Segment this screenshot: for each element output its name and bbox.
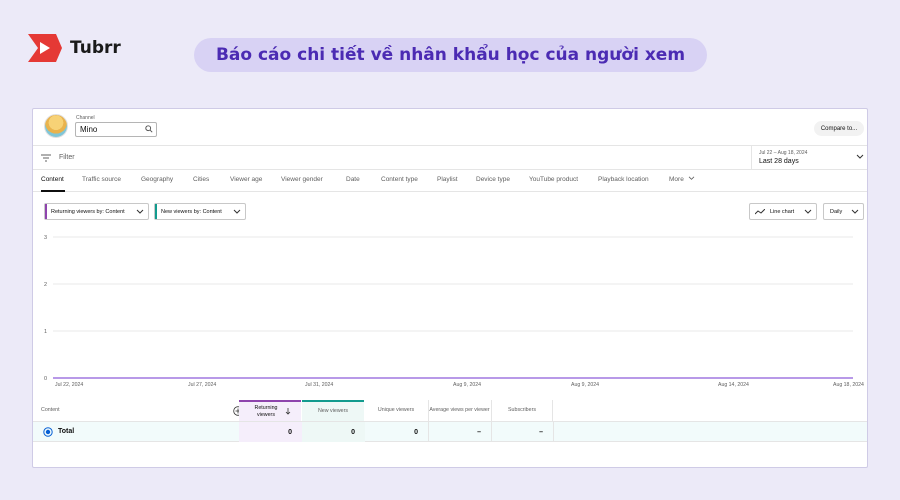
chart-type-label: Line chart [770,208,795,215]
sort-arrow-down-icon [285,408,291,415]
page-headline: Báo cáo chi tiết về nhân khẩu học của ng… [194,38,707,72]
date-range-label: Last 28 days [759,158,799,165]
channel-value: Mino [80,125,98,134]
tab-geography[interactable]: Geography [141,176,173,183]
x-tick-label: Aug 18, 2024 [833,382,864,388]
x-tick-label: Jul 31, 2024 [305,382,333,388]
tab-content-type[interactable]: Content type [381,176,418,183]
chart-type-select[interactable]: Line chart [749,203,817,220]
total-subscribers: – [491,422,554,442]
line-chart: 3 2 1 0 Jul 22, 2024 Jul 27, 2024 Jul 31, 2024… [44,235,864,388]
tab-content[interactable]: Content [41,176,64,183]
y-tick-label: 1 [44,329,47,335]
search-icon[interactable] [145,125,153,133]
col-header-subscribers[interactable]: Subscribers [491,400,553,421]
y-tick-label: 2 [44,282,47,288]
active-tab-indicator [41,190,65,192]
x-tick-label: Aug 14, 2024 [718,382,749,388]
brand-logo: Tubrr [26,32,121,64]
x-tick-label: Jul 22, 2024 [55,382,83,388]
total-average-views: – [428,422,491,442]
tab-traffic-source[interactable]: Traffic source [82,176,121,183]
y-tick-label: 0 [44,376,47,382]
analytics-panel: Channel Mino Compare to... Filter Jul 22… [32,108,868,468]
col-header-content[interactable]: Content [41,400,101,421]
total-new-viewers: 0 [302,422,365,442]
filter-input[interactable]: Filter [59,154,75,161]
tab-cities[interactable]: Cities [193,176,209,183]
channel-label: Channel [76,115,95,121]
tab-playback-location[interactable]: Playback location [598,176,649,183]
line-chart-icon [755,209,765,215]
x-tick-label: Aug 9, 2024 [453,382,481,388]
tubrr-logo-icon [28,34,62,62]
tab-youtube-product[interactable]: YouTube product [529,176,578,183]
radio-selected-icon[interactable] [43,427,53,437]
new-chip-label: New viewers by: Content [161,208,222,215]
tab-more-label: More [669,176,684,183]
headline-text: Báo cáo chi tiết về nhân khẩu học của ng… [215,45,686,65]
col-header-returning-viewers[interactable]: Returning viewers [239,400,301,421]
chevron-down-icon [851,209,859,214]
interval-select[interactable]: Daily [823,203,864,220]
total-unique-viewers: 0 [414,428,418,436]
returning-color-bar [45,204,47,219]
chevron-down-icon [804,209,812,214]
date-range-dates: Jul 22 – Aug 18, 2024 [759,150,808,156]
returning-viewers-chip[interactable]: Returning viewers by: Content [44,203,149,220]
tab-device-type[interactable]: Device type [476,176,510,183]
total-label: Total [58,428,75,435]
table-row-total: Total 0 0 0 – – [33,421,867,442]
total-returning-viewers: 0 [239,422,302,442]
chevron-down-icon [856,154,864,159]
new-color-bar [155,204,157,219]
dimension-tabs: Content Traffic source Geography Cities … [33,170,867,192]
channel-row: Channel Mino Compare to... [33,109,867,145]
interval-label: Daily [830,208,843,215]
channel-search-input[interactable]: Mino [75,122,157,137]
tab-viewer-age[interactable]: Viewer age [230,176,262,183]
tab-playlist[interactable]: Playlist [437,176,458,183]
channel-avatar [44,114,68,138]
x-tick-label: Jul 27, 2024 [188,382,216,388]
tab-date[interactable]: Date [346,176,360,183]
x-tick-label: Aug 9, 2024 [571,382,599,388]
filter-icon[interactable] [41,154,51,162]
data-table: Content Returning viewers New viewers Un… [33,400,867,444]
date-range-picker[interactable]: Jul 22 – Aug 18, 2024 Last 28 days [751,146,867,170]
chevron-down-icon [136,209,144,214]
returning-chip-label: Returning viewers by: Content [51,208,125,215]
tab-viewer-gender[interactable]: Viewer gender [281,176,323,183]
brand-name: Tubrr [70,38,121,58]
y-tick-label: 3 [44,235,47,241]
col-header-average-views[interactable]: Average views per viewer [428,400,490,421]
compare-button[interactable]: Compare to... [814,121,864,136]
filter-bar: Filter Jul 22 – Aug 18, 2024 Last 28 day… [33,145,867,170]
col-header-new-viewers[interactable]: New viewers [302,400,364,421]
chevron-down-icon [688,176,694,180]
returning-header-label: Returning viewers [254,405,278,418]
new-viewers-chip[interactable]: New viewers by: Content [154,203,246,220]
col-header-unique-viewers[interactable]: Unique viewers [365,400,427,421]
chevron-down-icon [233,209,241,214]
tab-more[interactable]: More [669,176,695,183]
